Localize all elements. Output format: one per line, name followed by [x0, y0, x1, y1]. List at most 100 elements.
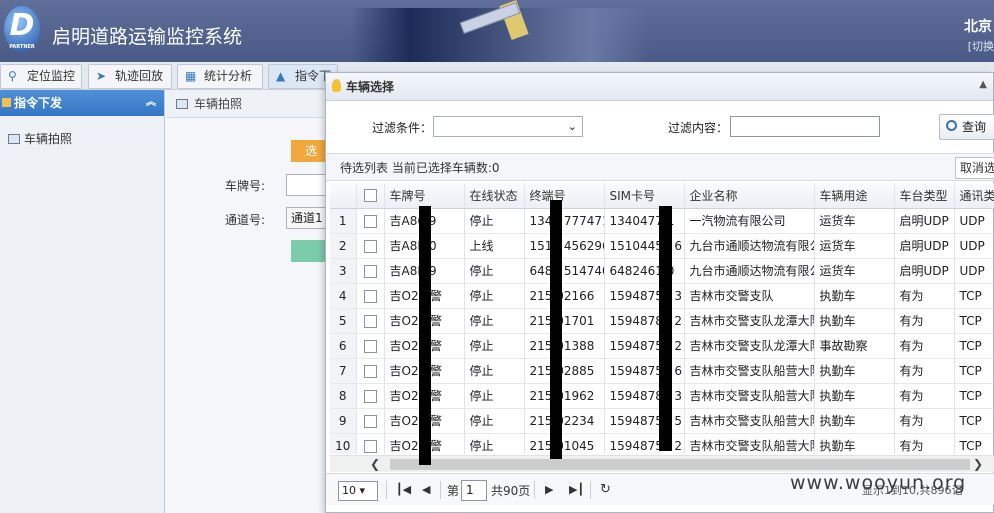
column-header[interactable]: 车牌号 — [384, 183, 465, 209]
page-size-select[interactable]: 10 ▾ — [338, 481, 378, 501]
row-checkbox[interactable] — [356, 383, 385, 409]
table-cell: 15948754 5 — [604, 408, 685, 434]
table-header-row: 车牌号 在线状态 终端号 SIM卡号 企业名称 车辆用途 车台类型 通讯类 — [330, 183, 994, 209]
filter-condition-select[interactable]: ⌄ — [433, 116, 583, 137]
table-cell: 一汽物流有限公司 — [684, 208, 815, 234]
sidebar-header[interactable]: 指令下发 ︽ — [0, 90, 164, 116]
column-header[interactable]: 企业名称 — [684, 183, 815, 209]
table-cell: TCP — [954, 333, 994, 359]
channel-select[interactable]: 通道1 — [286, 207, 328, 229]
lightbulb-icon — [332, 79, 341, 92]
last-page-icon[interactable]: ▶┃ — [569, 481, 584, 499]
scroll-left-icon[interactable]: ❮ — [370, 456, 380, 473]
table-cell: TCP — [954, 383, 994, 409]
table-cell: 执勤车 — [814, 433, 895, 454]
scrollbar-thumb[interactable] — [390, 459, 970, 470]
table-cell: 启明UDP — [894, 258, 955, 284]
table-cell: 停止 — [464, 208, 525, 234]
dialog-title: 车辆选择 — [346, 80, 395, 94]
tab-statistics[interactable]: ▦ 统计分析 — [177, 64, 263, 89]
refresh-icon[interactable]: ↻ — [600, 481, 611, 499]
table-cell: 启明UDP — [894, 208, 955, 234]
collapse-icon[interactable]: ︽ — [146, 90, 156, 116]
row-checkbox[interactable] — [356, 358, 385, 384]
minimize-icon[interactable]: ▲ — [979, 71, 987, 99]
redaction-bar — [419, 206, 431, 465]
column-header[interactable]: 终端号 — [524, 183, 605, 209]
select-all-checkbox[interactable] — [356, 183, 385, 209]
row-number: 6 — [330, 333, 357, 359]
query-button[interactable]: 查询 — [939, 114, 994, 140]
submit-button[interactable] — [291, 240, 327, 262]
table-cell: 启明UDP — [894, 233, 955, 259]
app-title: 启明道路运输监控系统 — [52, 26, 243, 48]
row-number: 8 — [330, 383, 357, 409]
scroll-right-icon[interactable]: ❯ — [973, 456, 983, 473]
page-number-input[interactable]: 1 — [461, 480, 487, 501]
table-cell: 15948754 6 — [604, 358, 685, 384]
checkbox-icon — [363, 214, 377, 228]
table-cell: 有为 — [894, 308, 955, 334]
table-cell: 6482461 0 — [604, 258, 685, 284]
next-page-icon[interactable]: ▶ — [545, 481, 553, 499]
row-checkbox[interactable] — [356, 433, 385, 454]
table-cell: 215 01388 — [524, 333, 605, 359]
dialog-title-bar: 车辆选择 ▲ — [326, 73, 993, 101]
row-checkbox[interactable] — [356, 408, 385, 434]
query-button-label: 查询 — [962, 120, 987, 134]
table-cell: 215 01962 — [524, 383, 605, 409]
row-checkbox[interactable] — [356, 208, 385, 234]
pin-icon: ⚲ — [8, 69, 17, 83]
row-number: 5 — [330, 308, 357, 334]
column-header[interactable]: 通讯类 — [954, 183, 994, 209]
table-cell: TCP — [954, 308, 994, 334]
table-cell: 有为 — [894, 433, 955, 454]
checkbox-icon — [363, 189, 377, 203]
table-cell: 上线 — [464, 233, 525, 259]
content-tab-title: 车辆拍照 — [166, 90, 326, 118]
prev-page-icon[interactable]: ◀ — [422, 481, 430, 499]
table-cell: 吉林市交警支队船营大队 — [684, 408, 815, 434]
first-page-icon[interactable]: ┃◀ — [396, 481, 411, 499]
table-cell: TCP — [954, 408, 994, 434]
table-cell: 停止 — [464, 308, 525, 334]
table-cell: 15948784 3 — [604, 383, 685, 409]
select-vehicle-button[interactable]: 选 — [291, 140, 327, 162]
checkbox-icon — [363, 414, 377, 428]
table-cell: UDP — [954, 233, 994, 259]
send-icon: ➤ — [96, 69, 107, 83]
tab-location-monitor[interactable]: ⚲ 定位监控 — [0, 64, 82, 89]
table-cell: 215 01045 — [524, 433, 605, 454]
table-cell: 6482 514740 — [524, 258, 605, 284]
row-number: 2 — [330, 233, 357, 259]
row-checkbox[interactable] — [356, 233, 385, 259]
table-cell: 停止 — [464, 258, 525, 284]
filter-condition-label: 过滤条件： — [372, 121, 433, 135]
table-cell: 有为 — [894, 283, 955, 309]
checkbox-icon — [363, 339, 377, 353]
table-cell: 吉林市交警支队船营大队 — [684, 433, 815, 454]
watermark: www.wooyun.org — [790, 472, 967, 494]
table-cell: 有为 — [894, 383, 955, 409]
filter-content-input[interactable] — [730, 116, 880, 137]
page-label: 第 — [447, 484, 460, 498]
column-header[interactable]: SIM卡号 — [604, 183, 685, 209]
row-checkbox[interactable] — [356, 333, 385, 359]
row-number: 9 — [330, 408, 357, 434]
tab-track-playback[interactable]: ➤ 轨迹回放 — [88, 64, 172, 89]
column-header[interactable]: 在线状态 — [464, 183, 525, 209]
plate-input[interactable] — [286, 174, 328, 196]
redaction-bar — [550, 200, 562, 459]
table-cell: 15948754 2 — [604, 333, 685, 359]
switch-city-link[interactable]: [切换 — [968, 38, 994, 54]
table-cell: 215 02885 — [524, 358, 605, 384]
sidebar-item-vehicle-photo[interactable]: 车辆拍照 — [0, 130, 164, 148]
table-cell: 运货车 — [814, 208, 895, 234]
row-checkbox[interactable] — [356, 258, 385, 284]
cancel-select-button[interactable]: 取消选 — [955, 157, 994, 179]
row-checkbox[interactable] — [356, 283, 385, 309]
checkbox-icon — [363, 289, 377, 303]
column-header[interactable]: 车台类型 — [894, 183, 955, 209]
column-header[interactable]: 车辆用途 — [814, 183, 895, 209]
row-checkbox[interactable] — [356, 308, 385, 334]
